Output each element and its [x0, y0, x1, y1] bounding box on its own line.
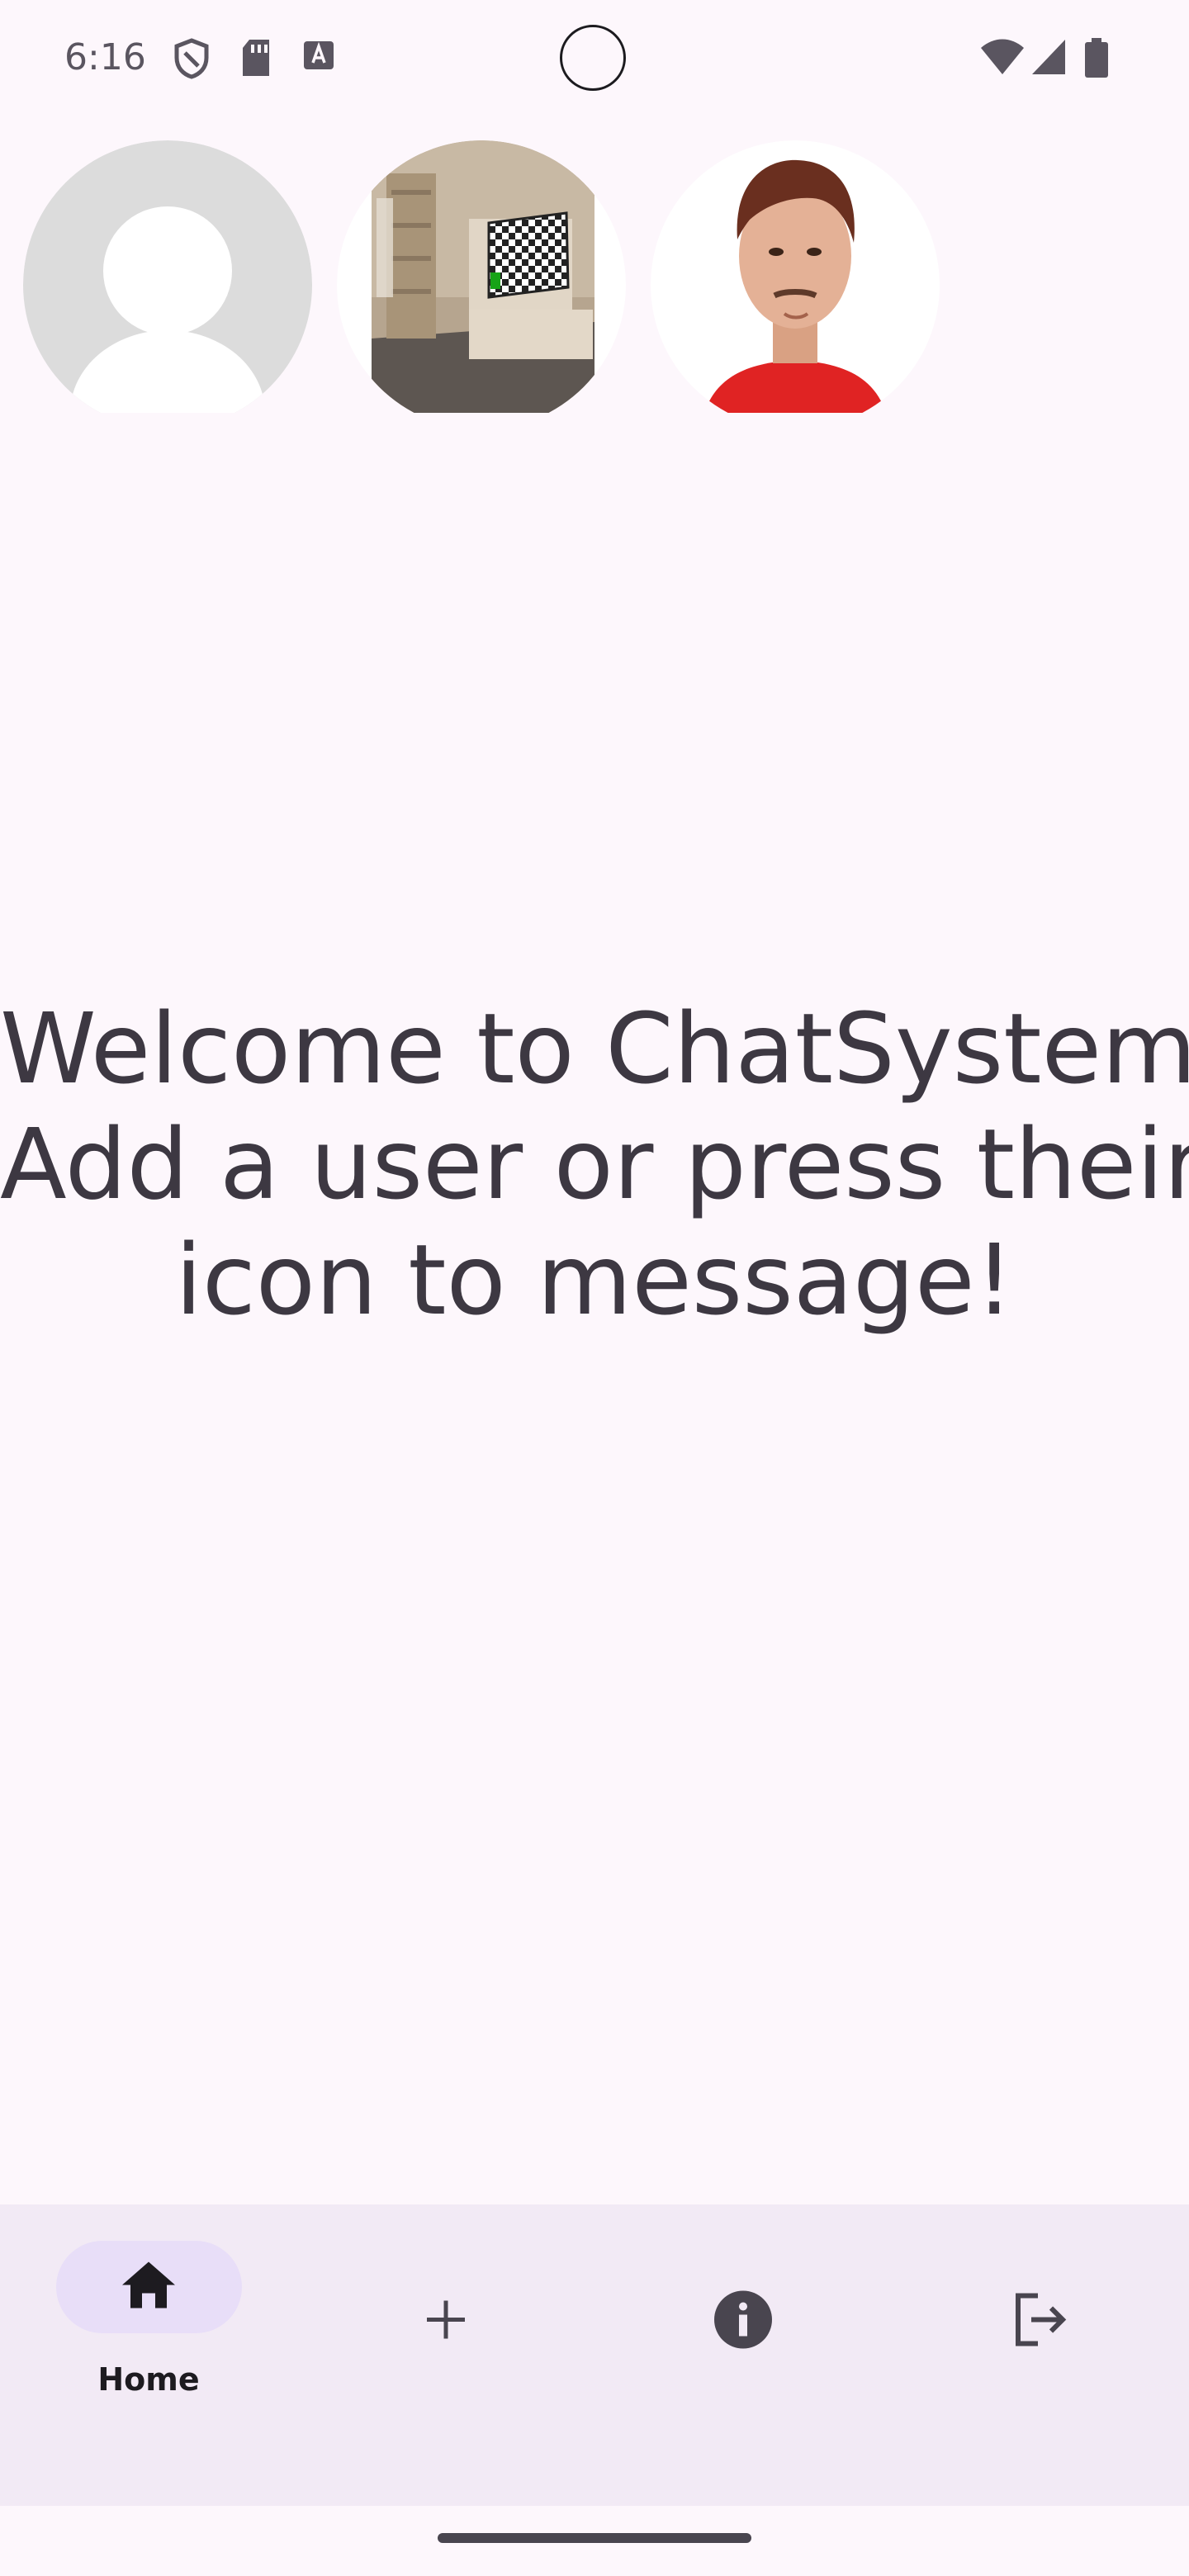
keyboard-a-icon — [302, 38, 337, 77]
wifi-icon — [979, 38, 1026, 80]
gesture-navigation-bar[interactable] — [438, 2533, 751, 2543]
status-time: 6:16 — [64, 36, 146, 78]
shield-icon — [173, 38, 210, 83]
bottom-navigation-bar: Home — [0, 2204, 1189, 2506]
user-avatar-person[interactable] — [651, 140, 940, 413]
nav-item-add-user[interactable] — [297, 2204, 594, 2506]
user-avatar-default[interactable] — [23, 140, 312, 413]
user-avatar-row — [0, 140, 1189, 413]
camera-cutout — [560, 25, 626, 91]
nav-item-info[interactable] — [594, 2204, 892, 2506]
nav-item-logout[interactable] — [892, 2204, 1189, 2506]
signal-icon — [1030, 38, 1067, 80]
welcome-line-3: icon to message! — [175, 1223, 1014, 1337]
add-icon — [424, 2298, 468, 2346]
welcome-line-1: Welcome to ChatSystem! — [0, 992, 1189, 1106]
home-icon — [121, 2261, 177, 2314]
user-avatar-room[interactable] — [337, 140, 626, 413]
sd-card-icon — [239, 38, 272, 82]
welcome-message: Welcome to ChatSystem! Add a user or pre… — [0, 991, 1189, 1338]
logout-icon — [1013, 2293, 1068, 2351]
status-bar: 6:16 — [0, 0, 1189, 124]
info-icon — [713, 2290, 773, 2354]
nav-item-home[interactable]: Home — [0, 2204, 297, 2506]
battery-icon — [1085, 38, 1108, 82]
welcome-line-2: Add a user or press their — [0, 1107, 1189, 1221]
nav-label-home: Home — [97, 2361, 200, 2398]
